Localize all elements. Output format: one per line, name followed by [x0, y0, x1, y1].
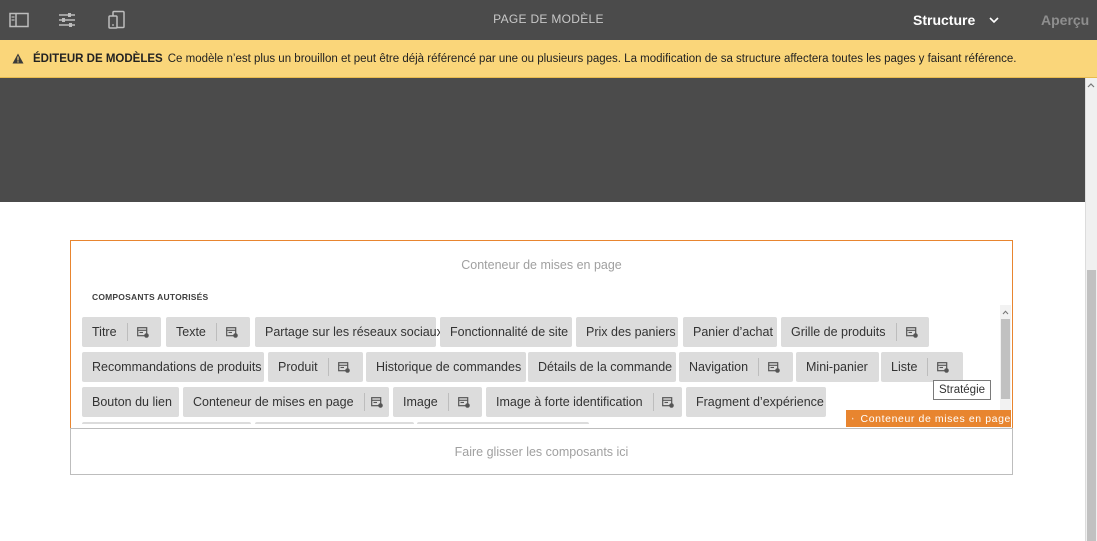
- container-badge-label: Conteneur de mises en page: [860, 412, 1011, 425]
- allowed-components-list: Titre Texte Partage sur les réseaux soci…: [82, 316, 999, 424]
- component-fonctionnalite-de-site[interactable]: Fonctionnalité de site: [440, 317, 572, 347]
- policy-icon[interactable]: [928, 361, 958, 373]
- component-label: Liste: [891, 360, 918, 374]
- component-bouton-du-lien[interactable]: Bouton du lien: [82, 387, 179, 417]
- chevron-down-icon: [989, 16, 999, 23]
- preview-button[interactable]: Aperçu: [1041, 0, 1089, 40]
- scroll-up-arrow-icon[interactable]: [1085, 78, 1097, 92]
- component-mini-panier[interactable]: Mini-panier: [796, 352, 879, 382]
- component-label: Historique de commandes: [376, 360, 522, 374]
- component-label: Prix des paniers: [586, 325, 676, 339]
- component-label: Conteneur de mises en page: [193, 395, 354, 409]
- policy-icon[interactable]: [364, 396, 389, 408]
- component-liste[interactable]: Liste: [881, 352, 963, 382]
- component-hidden-row[interactable]: [82, 422, 251, 424]
- policy-icon[interactable]: [329, 361, 359, 373]
- alert-message: Ce modèle n’est plus un brouillon et peu…: [167, 52, 1017, 65]
- component-partage-reseaux-sociaux[interactable]: Partage sur les réseaux sociaux: [255, 317, 443, 347]
- page-header-area: [0, 78, 1085, 202]
- layout-container-title: Conteneur de mises en page: [461, 258, 622, 272]
- policy-icon[interactable]: [654, 396, 682, 408]
- layout-container[interactable]: Conteneur de mises en page COMPOSANTS AU…: [70, 240, 1013, 429]
- component-conteneur-de-mises-en-page[interactable]: Conteneur de mises en page: [183, 387, 389, 417]
- component-navigation[interactable]: Navigation: [679, 352, 793, 382]
- component-fragment-experience[interactable]: Fragment d’expérience: [686, 387, 826, 417]
- unlock-icon: [852, 417, 854, 420]
- component-grille-de-produits[interactable]: Grille de produits: [781, 317, 929, 347]
- scroll-up-arrow-icon[interactable]: [1000, 307, 1011, 317]
- component-hidden-row[interactable]: [417, 422, 589, 424]
- component-label: Fragment d’expérience: [696, 395, 824, 409]
- policy-icon[interactable]: [449, 396, 479, 408]
- component-titre[interactable]: Titre: [82, 317, 161, 347]
- component-label: Grille de produits: [791, 325, 886, 339]
- policy-tooltip: Stratégie: [933, 380, 992, 400]
- component-recommandations-de-produits[interactable]: Recommandations de produits: [82, 352, 264, 382]
- component-label: Image: [403, 395, 438, 409]
- component-historique-de-commandes[interactable]: Historique de commandes: [366, 352, 526, 382]
- template-editor-alert: ÉDITEUR DE MODÈLES Ce modèle n’est plus …: [0, 40, 1097, 78]
- allowed-components-label: COMPOSANTS AUTORISÉS: [92, 292, 209, 302]
- policy-icon[interactable]: [128, 326, 158, 338]
- container-lock-badge[interactable]: Conteneur de mises en page: [846, 410, 1011, 427]
- component-details-de-la-commande[interactable]: Détails de la commande: [528, 352, 676, 382]
- component-label: Bouton du lien: [92, 395, 172, 409]
- component-drop-zone[interactable]: Faire glisser les composants ici: [70, 428, 1013, 475]
- side-panel-toggle-icon[interactable]: [7, 8, 31, 32]
- component-image[interactable]: Image: [393, 387, 482, 417]
- mode-selector[interactable]: Structure: [913, 0, 999, 40]
- component-label: Panier d’achat: [693, 325, 773, 339]
- component-label: Recommandations de produits: [92, 360, 262, 374]
- warning-icon: [12, 53, 24, 64]
- component-label: Produit: [278, 360, 318, 374]
- component-label: Navigation: [689, 360, 749, 374]
- component-image-forte-identification[interactable]: Image à forte identification: [486, 387, 682, 417]
- emulator-devices-icon[interactable]: [105, 8, 129, 32]
- component-label: Mini-panier: [806, 360, 868, 374]
- component-hidden-row[interactable]: [255, 422, 414, 424]
- mode-label: Structure: [913, 12, 976, 28]
- alert-title: ÉDITEUR DE MODÈLES: [33, 52, 163, 65]
- component-produit[interactable]: Produit: [268, 352, 363, 382]
- component-label: Image à forte identification: [496, 395, 643, 409]
- page-scrollbar-thumb[interactable]: [1087, 270, 1096, 541]
- policy-icon[interactable]: [897, 326, 927, 338]
- component-texte[interactable]: Texte: [166, 317, 250, 347]
- top-toolbar: PAGE DE MODÈLE Structure Aperçu: [0, 0, 1097, 40]
- components-scrollbar-thumb[interactable]: [1001, 319, 1010, 399]
- component-label: Partage sur les réseaux sociaux: [265, 325, 443, 339]
- component-label: Texte: [176, 325, 206, 339]
- policy-icon[interactable]: [759, 361, 789, 373]
- component-prix-des-paniers[interactable]: Prix des paniers: [576, 317, 678, 347]
- policy-icon[interactable]: [217, 326, 247, 338]
- component-panier-achat[interactable]: Panier d’achat: [683, 317, 777, 347]
- component-label: Titre: [92, 325, 117, 339]
- component-label: Détails de la commande: [538, 360, 673, 374]
- page-properties-icon[interactable]: [55, 8, 79, 32]
- component-label: Fonctionnalité de site: [450, 325, 569, 339]
